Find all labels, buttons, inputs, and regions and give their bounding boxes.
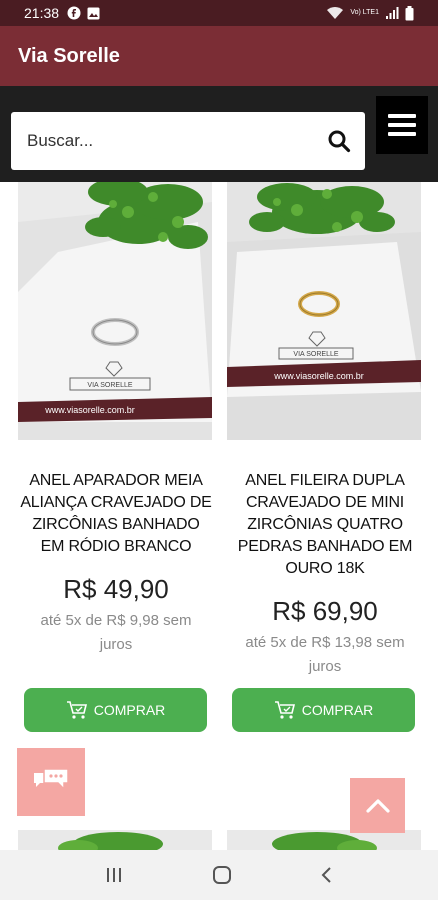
search-box	[11, 112, 365, 170]
buy-button[interactable]: COMPRAR	[232, 688, 415, 732]
product-installments: até 5x de R$ 9,98 sem juros	[40, 612, 192, 653]
nav-recents-icon[interactable]	[104, 866, 124, 884]
buy-button[interactable]: COMPRAR	[24, 688, 207, 732]
product-name[interactable]: ANEL FILEIRA DUPLA CRAVEJADO DE MINI ZIR…	[227, 470, 423, 580]
buy-button-label: COMPRAR	[93, 702, 166, 718]
battery-icon	[405, 5, 414, 20]
chat-icon	[34, 768, 69, 791]
network-label: Vo) LTE1	[350, 9, 379, 16]
search-input[interactable]	[27, 131, 307, 151]
product-installments: até 5x de R$ 13,98 sem juros	[245, 634, 405, 675]
menu-icon	[388, 114, 416, 136]
product-image[interactable]: VIA SORELLE www.viasorelle.com.br	[18, 182, 212, 440]
status-time: 21:38	[24, 5, 60, 21]
product-card: VIA SORELLE www.viasorelle.com.br ANEL A…	[18, 182, 214, 657]
product-card: VIA SORELLE www.viasorelle.com.br ANEL F…	[227, 182, 423, 679]
card-brand-text: VIA SORELLE	[293, 351, 338, 358]
card-url-text: www.viasorelle.com.br	[273, 371, 364, 381]
next-product-image[interactable]	[18, 830, 212, 850]
facebook-icon	[67, 6, 81, 20]
status-left-icons	[67, 6, 100, 20]
menu-button[interactable]	[376, 96, 428, 154]
nav-back-icon[interactable]	[320, 865, 334, 885]
status-right-icons: Vo) LTE1	[326, 5, 414, 21]
chevron-up-icon	[365, 798, 390, 813]
app-title: Via Sorelle	[18, 44, 120, 67]
card-url-text: www.viasorelle.com.br	[44, 405, 135, 415]
signal-icon	[386, 7, 399, 19]
cart-icon	[66, 701, 87, 719]
search-icon[interactable]	[327, 129, 351, 153]
product-photo	[272, 832, 377, 850]
nav-home-icon[interactable]	[212, 865, 232, 885]
cart-icon	[274, 701, 295, 719]
next-product-image[interactable]	[227, 830, 421, 850]
system-nav-bar	[0, 850, 438, 900]
wifi-icon	[327, 7, 344, 19]
status-bar: 21:38 Vo) LTE1	[0, 0, 438, 26]
card-brand-text: VIA SORELLE	[87, 382, 132, 389]
buy-button-label: COMPRAR	[301, 702, 374, 718]
gallery-icon	[87, 7, 100, 19]
scroll-top-button[interactable]	[350, 778, 405, 833]
product-price: R$ 49,90	[63, 574, 169, 604]
product-price: R$ 69,90	[272, 596, 378, 626]
app-bar: Via Sorelle	[0, 26, 438, 86]
product-photo: VIA SORELLE www.viasorelle.com.br	[227, 182, 421, 440]
product-photo: VIA SORELLE www.viasorelle.com.br	[18, 182, 212, 440]
search-area	[0, 86, 438, 182]
product-name[interactable]: ANEL APARADOR MEIA ALIANÇA CRAVEJADO DE …	[18, 470, 214, 558]
product-image[interactable]: VIA SORELLE www.viasorelle.com.br	[227, 182, 421, 440]
chat-button[interactable]	[17, 748, 85, 816]
product-photo	[58, 832, 163, 850]
